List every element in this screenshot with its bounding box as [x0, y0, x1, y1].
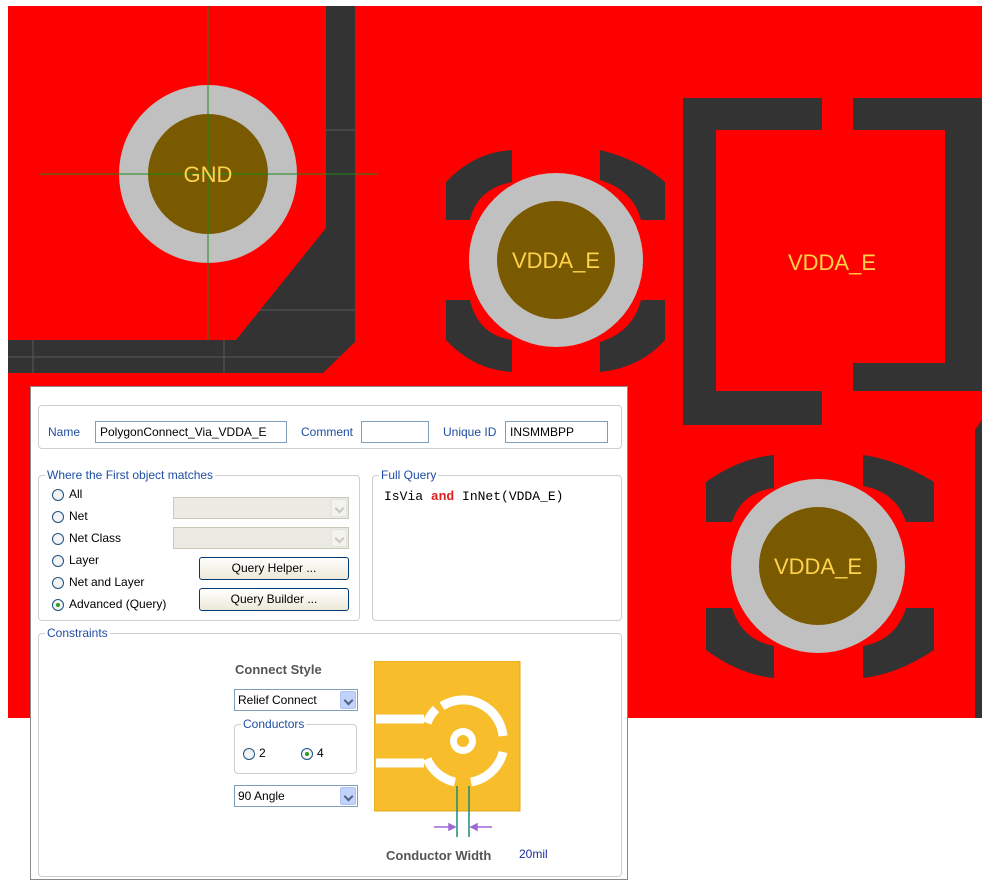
via-label-vdda-e: VDDA_E: [512, 248, 600, 273]
radio-advanced-query[interactable]: [52, 599, 64, 611]
conductor-width-label: Conductor Width: [386, 848, 492, 863]
query-builder-button[interactable]: Query Builder ...: [199, 588, 349, 611]
query-helper-button[interactable]: Query Helper ...: [199, 557, 349, 580]
query-part-2: InNet(VDDA_E): [454, 489, 564, 504]
chevron-down-icon: [340, 787, 356, 805]
full-query-text[interactable]: IsVia and InNet(VDDA_E): [384, 489, 563, 505]
radio-conductors-4-label: 4: [317, 746, 324, 760]
angle-value: 90 Angle: [238, 789, 285, 803]
relief-preview-diagram: [374, 661, 521, 837]
connect-style-value: Relief Connect: [238, 693, 317, 707]
radio-net-label: Net: [69, 509, 88, 523]
radio-net-and-layer[interactable]: [52, 577, 64, 589]
chevron-down-icon: [340, 691, 356, 709]
conductors-legend: Conductors: [241, 717, 307, 731]
full-query-legend: Full Query: [379, 468, 439, 482]
radio-all-label: All: [69, 487, 83, 501]
via-label-vdda-e-right: VDDA_E: [774, 554, 862, 579]
radio-advanced-query-label: Advanced (Query): [69, 597, 167, 611]
chevron-down-icon: [331, 499, 347, 517]
net-class-combo: [173, 527, 349, 549]
query-part-1: IsVia: [384, 489, 431, 504]
radio-net[interactable]: [52, 511, 64, 523]
radio-net-class[interactable]: [52, 533, 64, 545]
rule-editor-dialog: Name PolygonConnect_Via_VDDA_E Comment U…: [30, 386, 628, 880]
net-combo: [173, 497, 349, 519]
unique-id-field[interactable]: INSMMBPP: [505, 421, 608, 443]
conductor-width-value[interactable]: 20mil: [519, 847, 548, 861]
chevron-down-icon: [331, 529, 347, 547]
radio-conductors-2[interactable]: [243, 748, 255, 760]
radio-all[interactable]: [52, 489, 64, 501]
first-object-legend: Where the First object matches: [45, 468, 216, 482]
radio-layer[interactable]: [52, 555, 64, 567]
connect-style-combo[interactable]: Relief Connect: [234, 689, 358, 711]
name-field[interactable]: PolygonConnect_Via_VDDA_E: [95, 421, 287, 443]
name-label: Name: [48, 425, 81, 439]
radio-net-class-label: Net Class: [69, 531, 122, 545]
constraints-legend: Constraints: [45, 626, 110, 640]
query-keyword: and: [430, 489, 455, 504]
radio-conductors-4[interactable]: [301, 748, 313, 760]
radio-layer-label: Layer: [69, 553, 100, 567]
radio-net-and-layer-label: Net and Layer: [69, 575, 145, 589]
connect-style-label: Connect Style: [235, 662, 322, 677]
angle-combo[interactable]: 90 Angle: [234, 785, 358, 807]
via-label-gnd: GND: [184, 162, 233, 187]
unique-id-label: Unique ID: [443, 425, 497, 439]
radio-conductors-2-label: 2: [259, 746, 266, 760]
comment-label: Comment: [301, 425, 354, 439]
comment-field[interactable]: [361, 421, 429, 443]
pad-label-vdda-e: VDDA_E: [788, 250, 876, 275]
